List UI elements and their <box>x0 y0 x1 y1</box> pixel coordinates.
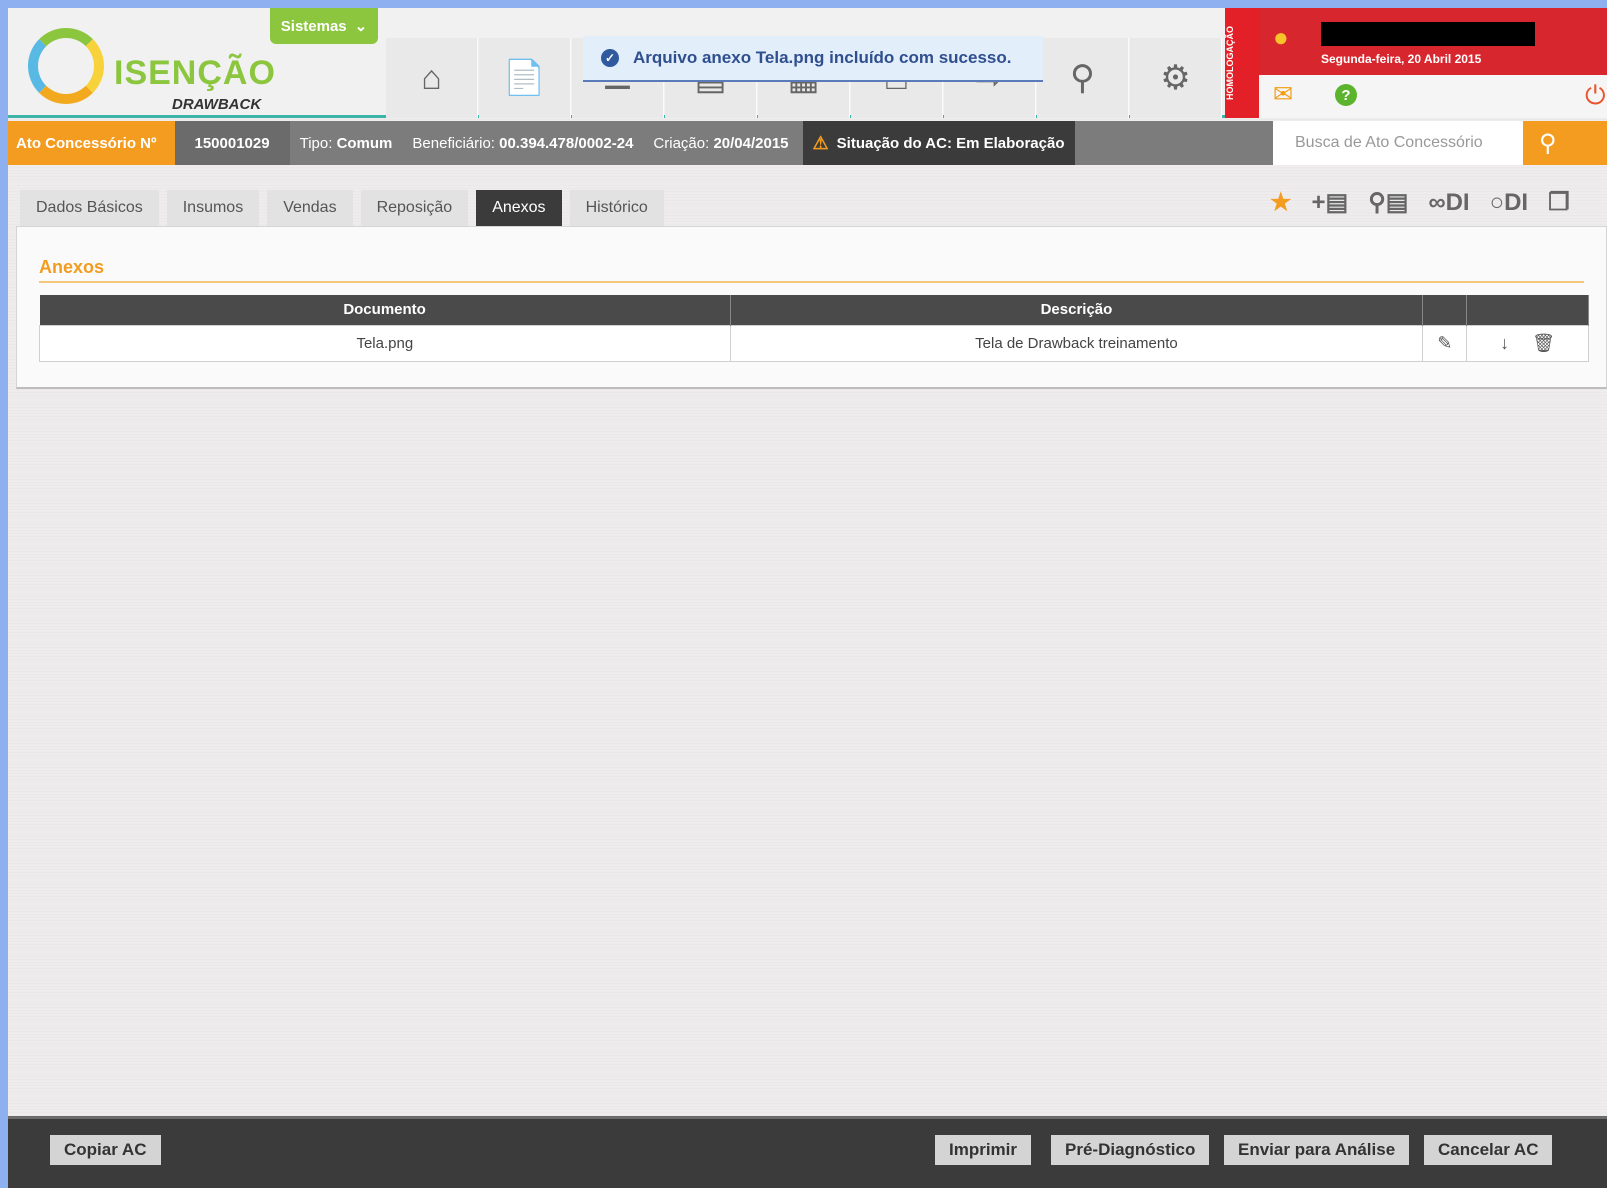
row-actions: ↓ 🗑 <box>1466 324 1589 362</box>
enviar-analise-button[interactable]: Enviar para Análise <box>1224 1135 1410 1165</box>
toast-message: Arquivo anexo Tela.png incluído com suce… <box>633 48 1012 67</box>
situacao-status: ⚠ Situação do AC: Em Elaboração <box>802 121 1075 165</box>
search-icon[interactable]: ⚲ <box>1523 121 1607 165</box>
check-icon: ✓ <box>601 49 619 67</box>
environment-tag: HOMOLOGAÇÃO <box>1225 8 1259 118</box>
column-header-edit <box>1422 295 1468 325</box>
tab-dados-basicos[interactable]: Dados Básicos <box>20 190 159 226</box>
tab-historico[interactable]: Histórico <box>569 190 664 226</box>
tab-bar: Dados Básicos Insumos Vendas Reposição A… <box>20 190 664 234</box>
success-toast: ✓ Arquivo anexo Tela.png incluído com su… <box>583 36 1043 82</box>
ato-number: 150001029 <box>174 121 290 165</box>
redacted-username <box>1321 22 1535 46</box>
cell-documento[interactable]: Tela.png <box>39 324 731 362</box>
logo-subtitle: DRAWBACK <box>172 96 262 113</box>
tipo-label: Tipo: <box>299 134 333 152</box>
download-icon[interactable]: ↓ <box>1500 333 1509 353</box>
trash-icon[interactable]: 🗑 <box>1532 333 1555 353</box>
tab-insumos[interactable]: Insumos <box>166 190 260 226</box>
power-icon[interactable]: ⏻ <box>1585 80 1606 112</box>
user-settings-icon[interactable]: ⚙ <box>1130 38 1222 118</box>
criacao-value: 20/04/2015 <box>713 134 789 152</box>
table-header-row: Documento Descrição <box>39 295 1589 325</box>
logo-ring-icon <box>28 28 104 104</box>
beneficiario-label: Beneficiário: <box>412 134 495 152</box>
tipo-info: Tipo: Comum <box>290 135 403 152</box>
unlink-di-icon[interactable]: ○DI <box>1490 189 1529 217</box>
link-di-label: DI <box>1445 188 1470 216</box>
current-date: Segunda-feira, 20 Abril 2015 <box>1321 52 1482 66</box>
user-actions-bar <box>1259 75 1607 118</box>
logo-name: ISENÇÃO <box>114 54 276 92</box>
search-plus-icon[interactable]: ⚲ <box>1037 38 1129 118</box>
mail-icon[interactable]: ✉ <box>1273 80 1293 109</box>
anexos-panel: Anexos Documento Descrição Tela.png Tela… <box>16 226 1607 389</box>
home-icon[interactable]: ⌂ <box>386 38 478 118</box>
footer-action-bar: Copiar AC Imprimir Pré-Diagnóstico Envia… <box>8 1116 1607 1188</box>
add-nf-icon[interactable]: +▤ <box>1312 188 1349 217</box>
table-row: Tela.png Tela de Drawback treinamento ✎ … <box>39 324 1589 362</box>
column-header-actions <box>1466 295 1589 325</box>
ac-new-icon[interactable]: 📄 <box>479 38 571 118</box>
column-header-documento[interactable]: Documento <box>39 295 731 325</box>
tab-anexos[interactable]: Anexos <box>476 190 562 234</box>
section-title: Anexos <box>39 257 105 277</box>
user-avatar-icon[interactable]: ● <box>1273 22 1289 53</box>
criacao-label: Criação: <box>653 134 710 152</box>
ato-search-input[interactable]: Busca de Ato Concessório <box>1273 121 1523 165</box>
tipo-value: Comum <box>336 134 393 152</box>
search-nf-icon[interactable]: ⚲▤ <box>1368 188 1408 217</box>
top-header: ISENÇÃO DRAWBACK Sistemas ⌄ ⌂ 📄 ☰ ▤ ▦ □ … <box>8 8 1607 118</box>
chevron-down-icon: ⌄ <box>354 18 368 35</box>
copy-icon[interactable]: ❐ <box>1548 188 1570 217</box>
cancelar-ac-button[interactable]: Cancelar AC <box>1424 1135 1553 1165</box>
unlink-di-label: DI <box>1504 188 1529 216</box>
beneficiario-info: Beneficiário: 00.394.478/0002-24 <box>402 135 643 152</box>
anexos-table: Documento Descrição Tela.png Tela de Dra… <box>39 295 1589 362</box>
tab-reposicao[interactable]: Reposição <box>360 190 469 226</box>
edit-icon[interactable]: ✎ <box>1422 324 1468 362</box>
column-header-descricao[interactable]: Descrição <box>730 295 1424 325</box>
action-toolbar: ★ +▤ ⚲▤ ∞DI ○DI ❐ <box>1270 188 1570 217</box>
app-window: ISENÇÃO DRAWBACK Sistemas ⌄ ⌂ 📄 ☰ ▤ ▦ □ … <box>8 8 1607 1188</box>
favorite-star-icon[interactable]: ★ <box>1270 188 1292 217</box>
imprimir-button[interactable]: Imprimir <box>935 1135 1032 1165</box>
situacao-text: Situação do AC: Em Elaboração <box>836 134 1065 152</box>
beneficiario-value: 00.394.478/0002-24 <box>499 134 634 152</box>
help-icon[interactable]: ? <box>1335 84 1357 106</box>
copiar-ac-button[interactable]: Copiar AC <box>50 1135 161 1165</box>
isencao-logo[interactable]: ISENÇÃO DRAWBACK <box>22 18 275 113</box>
user-panel: HOMOLOGAÇÃO ● Segunda-feira, 20 Abril 20… <box>1225 8 1607 118</box>
ato-label: Ato Concessório Nº <box>8 121 175 165</box>
link-di-icon[interactable]: ∞DI <box>1428 189 1469 217</box>
criacao-info: Criação: 20/04/2015 <box>643 135 798 152</box>
pre-diagnostico-button[interactable]: Pré-Diagnóstico <box>1051 1135 1210 1165</box>
section-divider <box>39 281 1584 283</box>
sistemas-dropdown[interactable]: Sistemas ⌄ <box>270 8 378 44</box>
cell-descricao: Tela de Drawback treinamento <box>729 324 1424 362</box>
sistemas-label: Sistemas <box>280 17 347 35</box>
tab-vendas[interactable]: Vendas <box>267 190 353 226</box>
warning-icon: ⚠ <box>812 132 829 153</box>
